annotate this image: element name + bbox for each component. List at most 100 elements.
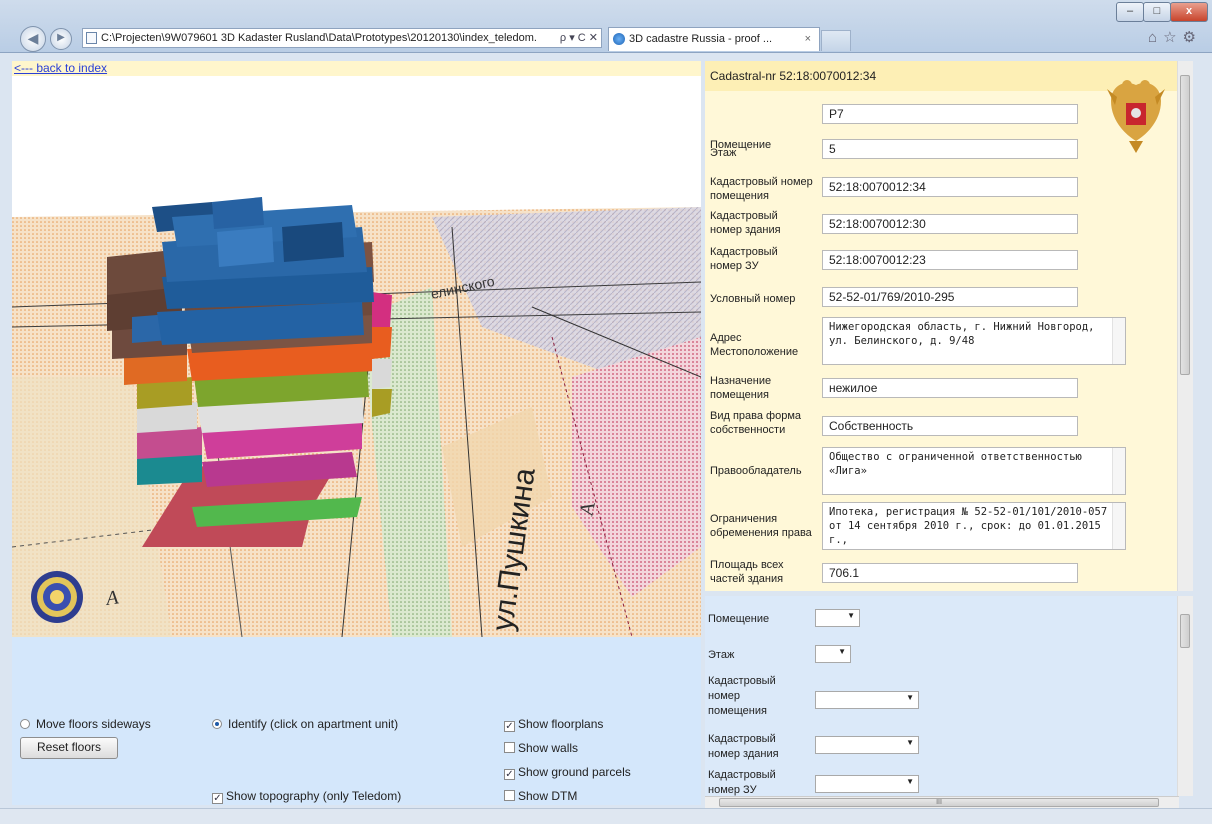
3d-scene: ул.Пушкина елинского A A [12,77,701,637]
query-building-cadastral-select[interactable] [815,736,919,754]
address-actions[interactable]: ρ ▾ C ✕ [560,29,598,47]
query-pane: Помещение Этаж Кадастровый номер помещен… [705,596,1193,796]
show-floorplans-label: Show floorplans [518,717,604,731]
navigation-target-icon[interactable] [31,571,83,623]
query-land-cadastral-select[interactable] [815,775,919,793]
show-walls-option[interactable]: Show walls [504,741,578,755]
identify-radio[interactable] [212,719,222,729]
query-label-land-cadastral: Кадастровый номер ЗУ [708,769,776,796]
query-label-floor: Этаж [708,649,735,661]
textarea-scrollbar[interactable] [1112,448,1125,494]
reset-floors-button[interactable]: Reset floors [20,737,118,759]
field-room-cadastral-input[interactable]: 52:18:0070012:34 [822,177,1078,197]
back-bar: <--- back to index [12,61,701,76]
field-label-conditional-number: Условный номер [710,293,796,305]
status-bar [0,808,1212,824]
identify-label: Identify (click on apartment unit) [228,717,399,731]
3d-map-viewport[interactable]: ул.Пушкина елинского A A [12,77,701,637]
show-walls-label: Show walls [518,741,579,755]
query-label-room: Помещение [708,613,770,625]
tab-active[interactable]: 3D cadastre Russia - proof ... × [608,27,820,51]
field-label-restrictions: Ограничения обременения права [710,513,812,539]
field-label-room-cadastral: Кадастровый номер помещения [710,176,813,202]
arrow-right-icon: ▶ [57,32,65,43]
owner-text: Общество с ограниченной ответственностью… [829,451,1082,477]
show-ground-parcels-label: Show ground parcels [518,765,631,779]
new-tab-button[interactable] [821,30,851,51]
field-label-address: Адрес Местоположение [710,332,799,358]
move-floors-option[interactable]: Move floors sideways [20,717,151,731]
maximize-button[interactable]: □ [1143,2,1171,22]
query-scroll-thumb[interactable] [1180,614,1190,648]
page-icon [86,32,97,44]
show-ground-parcels-option[interactable]: ✓ Show ground parcels [504,765,631,780]
move-floors-label: Move floors sideways [36,717,151,731]
field-label-total-area: Площадь всех частей здания [710,559,784,585]
field-label-floor: Этаж [710,147,737,159]
textarea-scrollbar[interactable] [1112,318,1125,364]
back-to-index-link[interactable]: <--- back to index [12,61,107,75]
field-owner-textarea[interactable]: Общество с ограниченной ответственностью… [822,447,1126,495]
back-button[interactable]: ◀ [20,26,46,52]
query-label-building-cadastral: Кадастровый номер здания [708,733,779,760]
field-building-cadastral-input[interactable]: 52:18:0070012:30 [822,214,1078,234]
hscroll-grip: III [936,799,942,806]
field-total-area-input[interactable]: 706.1 [822,563,1078,583]
attributes-pane: Cadastral-nr 52:18:0070012:34 Помещение … [705,61,1193,591]
field-right-type-input[interactable]: Собственность [822,416,1078,436]
query-floor-select[interactable] [815,645,851,663]
address-text: Нижегородская область, г. Нижний Новгоро… [829,321,1095,347]
identify-option[interactable]: Identify (click on apartment unit) [212,717,398,731]
field-label-land-cadastral: Кадастровый номер ЗУ [710,246,778,272]
show-topography-option[interactable]: ✓ Show topography (only Teledom) [212,789,401,804]
ie-logo-icon [613,33,625,45]
home-icon[interactable]: ⌂ [1148,29,1163,46]
field-land-cadastral-input[interactable]: 52:18:0070012:23 [822,250,1078,270]
move-floors-radio[interactable] [20,719,30,729]
field-label-right-type: Вид права форма собственности [710,410,802,436]
field-label-purpose: Назначение помещения [710,375,772,401]
close-window-button[interactable]: x [1170,2,1208,22]
query-label-room-cadastral: Кадастровый номер помещения [708,675,776,717]
field-address-textarea[interactable]: Нижегородская область, г. Нижний Новгоро… [822,317,1126,365]
toolbar-icons: ⌂☆⚙ [1148,28,1202,46]
field-floor-input[interactable]: 5 [822,139,1078,159]
restrictions-text: Ипотека, регистрация № 52-52-01/101/2010… [829,506,1108,546]
coat-of-arms-icon [1107,80,1165,153]
tab-close-icon[interactable]: × [805,28,811,50]
field-purpose-input[interactable]: нежилое [822,378,1078,398]
address-bar[interactable]: C:\Projecten\9W079601 3D Kadaster Ruslan… [82,28,602,48]
field-conditional-number-input[interactable]: 52-52-01/769/2010-295 [822,287,1078,307]
query-room-select[interactable] [815,609,860,627]
show-dtm-option[interactable]: Show DTM [504,789,577,803]
address-text: C:\Projecten\9W079601 3D Kadaster Ruslan… [101,32,537,44]
show-floorplans-option[interactable]: ✓ Show floorplans [504,717,603,732]
attributes-scroll-thumb[interactable] [1180,75,1190,375]
viewer-pane: <--- back to index ул.Пушкина елинского … [12,61,701,805]
field-room-input[interactable]: P7 [822,104,1078,124]
browser-window: – □ x ◀ ▶ C:\Projecten\9W079601 3D Kadas… [0,0,1212,824]
arrow-left-icon: ◀ [27,30,39,46]
field-label-building-cadastral: Кадастровый номер здания [710,210,781,236]
browser-toolbar: – □ x ◀ ▶ C:\Projecten\9W079601 3D Kadas… [0,0,1212,53]
controls-panel: Move floors sideways Identify (click on … [12,637,701,805]
forward-button[interactable]: ▶ [50,28,72,50]
show-dtm-label: Show DTM [518,789,578,803]
show-topography-checkbox[interactable]: ✓ [212,793,223,804]
field-label-owner: Правообладатель [710,465,802,477]
star-icon[interactable]: ☆ [1163,29,1182,46]
textarea-scrollbar[interactable] [1112,503,1125,549]
minimize-button[interactable]: – [1116,2,1144,22]
gear-icon[interactable]: ⚙ [1183,29,1202,46]
show-ground-parcels-checkbox[interactable]: ✓ [504,769,515,780]
show-dtm-checkbox[interactable] [504,790,515,801]
query-room-cadastral-select[interactable] [815,691,919,709]
attributes-scrollbar[interactable] [1177,61,1193,591]
query-hscroll-thumb[interactable]: III [719,798,1159,807]
show-topography-label: Show topography (only Teledom) [226,789,402,803]
tab-title: 3D cadastre Russia - proof ... [629,33,773,45]
query-scrollbar[interactable] [1177,596,1193,796]
field-restrictions-textarea[interactable]: Ипотека, регистрация № 52-52-01/101/2010… [822,502,1126,550]
show-floorplans-checkbox[interactable]: ✓ [504,721,515,732]
show-walls-checkbox[interactable] [504,742,515,753]
